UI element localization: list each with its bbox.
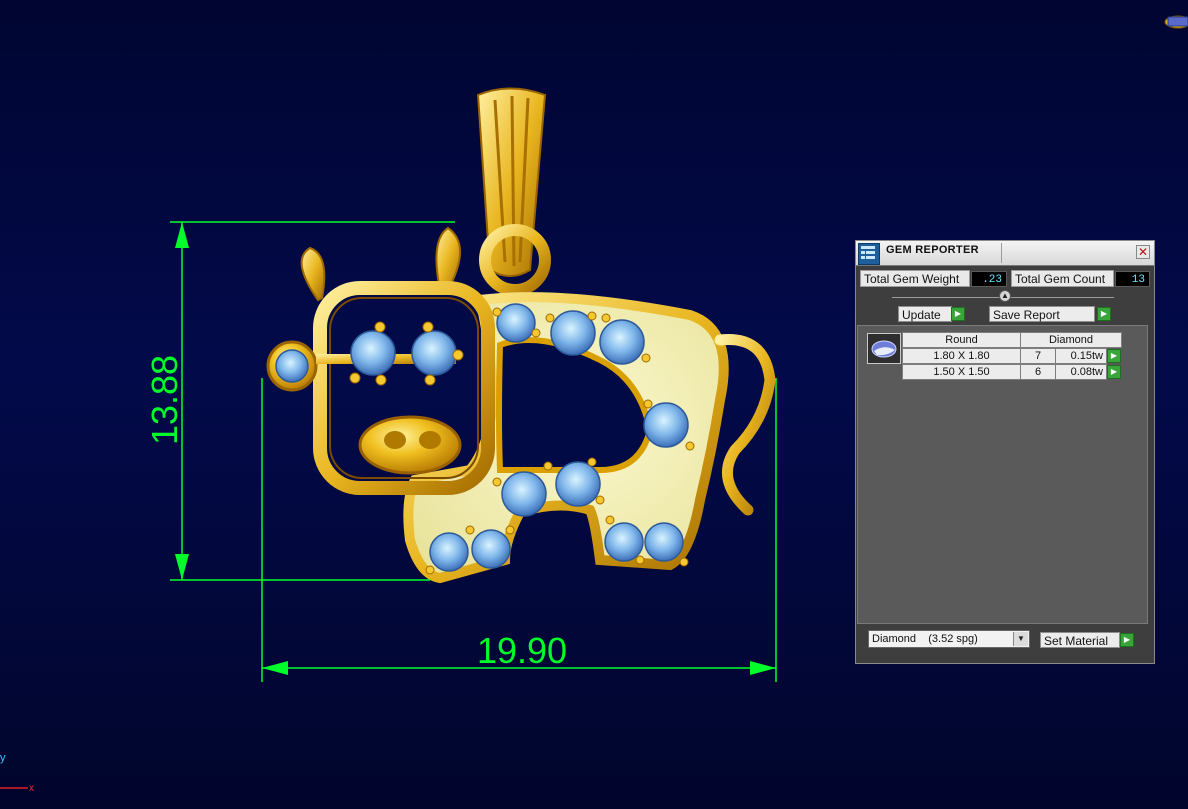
row-count: 7	[1020, 348, 1056, 364]
play-icon[interactable]: ▶	[951, 307, 965, 321]
y-axis-label: y	[0, 752, 6, 764]
save-report-button-label: Save Report	[993, 308, 1060, 322]
slider-handle-icon[interactable]: ▲	[999, 290, 1011, 302]
height-dimension-label: 13.88	[144, 355, 185, 445]
table-header-material: Diamond	[1020, 332, 1122, 348]
play-icon[interactable]: ▶	[1107, 365, 1121, 379]
width-dimension-label: 19.90	[477, 630, 567, 671]
dropdown-arrow-icon[interactable]: ▼	[1013, 632, 1028, 646]
title-separator	[1001, 243, 1002, 263]
row-weight: 0.08tw	[1055, 364, 1107, 380]
row-size: 1.50 X 1.50	[902, 364, 1021, 380]
total-gem-weight-label: Total Gem Weight	[860, 270, 970, 287]
x-axis-label: x	[29, 783, 34, 794]
axis-indicator: y x	[0, 752, 34, 794]
update-button[interactable]: Update	[898, 306, 952, 322]
gem-thumbnail-icon[interactable]	[867, 333, 901, 364]
gem-reporter-titlebar[interactable]: GEM REPORTER ✕	[856, 241, 1154, 266]
total-gem-weight-value: .23	[971, 271, 1007, 287]
gem-report-list[interactable]: Round Diamond 1.80 X 1.80 7 0.15tw ▶ 1.5…	[857, 325, 1148, 624]
row-size: 1.80 X 1.80	[902, 348, 1021, 364]
material-select[interactable]: Diamond (3.52 spg) ▼	[868, 630, 1030, 648]
play-icon[interactable]: ▶	[1097, 307, 1111, 321]
set-material-button[interactable]: Set Material	[1040, 632, 1120, 648]
total-gem-count-label: Total Gem Count	[1011, 270, 1114, 287]
gem-reporter-panel: GEM REPORTER ✕ Total Gem Weight .23 Tota…	[855, 240, 1155, 664]
set-material-button-label: Set Material	[1044, 634, 1109, 648]
save-report-button[interactable]: Save Report	[989, 306, 1095, 322]
table-header-shape: Round	[902, 332, 1021, 348]
material-select-value: Diamond (3.52 spg)	[872, 633, 978, 645]
gem-reporter-title: GEM REPORTER	[886, 244, 979, 256]
total-gem-count-value: 13	[1115, 271, 1150, 287]
row-count: 6	[1020, 364, 1056, 380]
play-icon[interactable]: ▶	[1107, 349, 1121, 363]
pendant-model	[266, 87, 776, 584]
row-weight: 0.15tw	[1055, 348, 1107, 364]
update-button-label: Update	[902, 308, 941, 322]
close-icon[interactable]: ✕	[1136, 245, 1150, 259]
gem-reporter-icon	[858, 243, 880, 265]
view-cube-icon[interactable]	[1164, 15, 1188, 29]
play-icon[interactable]: ▶	[1120, 633, 1134, 647]
